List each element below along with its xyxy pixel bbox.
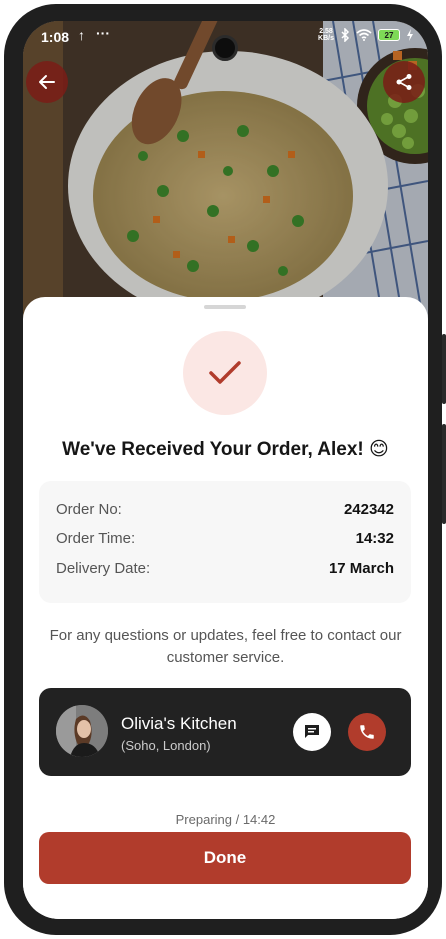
hero-overlay (23, 21, 428, 321)
kitchen-location: (Soho, London) (121, 738, 211, 753)
network-speed-unit: KB/s (318, 35, 334, 42)
support-note: For any questions or updates, feel free … (49, 627, 402, 666)
person-avatar-image (56, 705, 108, 757)
upload-icon: ↑ (78, 27, 85, 43)
kitchen-contact-card: Olivia's Kitchen (Soho, London) (39, 688, 411, 776)
chat-button[interactable] (293, 713, 331, 751)
network-speed-value: 2.58 (319, 28, 333, 35)
kitchen-name: Olivia's Kitchen (121, 714, 237, 733)
more-notifications-icon: ··· (96, 25, 110, 41)
order-details-card: Order No: 242342 Order Time: 14:32 Deliv… (39, 481, 411, 603)
phone-icon (360, 725, 374, 739)
order-confirmation-sheet: We've Received Your Order, Alex! 😊 Order… (23, 297, 428, 919)
delivery-date-value: 17 March (328, 560, 394, 577)
success-badge (183, 331, 267, 415)
chat-icon (305, 725, 319, 738)
order-time-row: Order Time: 14:32 (56, 530, 394, 547)
drag-handle[interactable] (204, 305, 246, 309)
avatar (56, 705, 108, 757)
done-button[interactable]: Done (39, 832, 411, 884)
order-status-text: Preparing / 14:42 (175, 812, 276, 827)
screen: 1:08 ↑ ··· 2.58 KB/s 27 We've Received Y… (23, 21, 428, 919)
power-button (442, 424, 446, 524)
network-speed: 2.58 KB/s (318, 28, 334, 42)
order-time-value: 14:32 (355, 530, 394, 547)
arrow-left-icon (39, 75, 55, 89)
delivery-date-row: Delivery Date: 17 March (56, 560, 394, 577)
phone-frame: 1:08 ↑ ··· 2.58 KB/s 27 We've Received Y… (4, 4, 446, 935)
checkmark-icon (209, 361, 241, 384)
call-button[interactable] (348, 713, 386, 751)
order-number-label: Order No: (56, 501, 122, 518)
share-icon (396, 74, 412, 90)
bluetooth-icon (341, 28, 350, 42)
charging-icon (407, 29, 413, 41)
confirmation-title: We've Received Your Order, Alex! 😊 (62, 439, 389, 460)
order-number-value: 242342 (343, 501, 394, 518)
order-time-label: Order Time: (56, 530, 136, 547)
share-button[interactable] (383, 61, 425, 103)
order-number-row: Order No: 242342 (56, 501, 394, 518)
status-time: 1:08 (41, 29, 70, 45)
volume-button (442, 334, 446, 404)
hero-food-image (23, 21, 428, 321)
front-camera (212, 35, 238, 61)
wifi-icon (356, 29, 372, 41)
battery-icon: 27 (378, 29, 400, 41)
back-button[interactable] (26, 61, 68, 103)
delivery-date-label: Delivery Date: (56, 560, 151, 577)
status-icons: 2.58 KB/s 27 (318, 28, 414, 42)
